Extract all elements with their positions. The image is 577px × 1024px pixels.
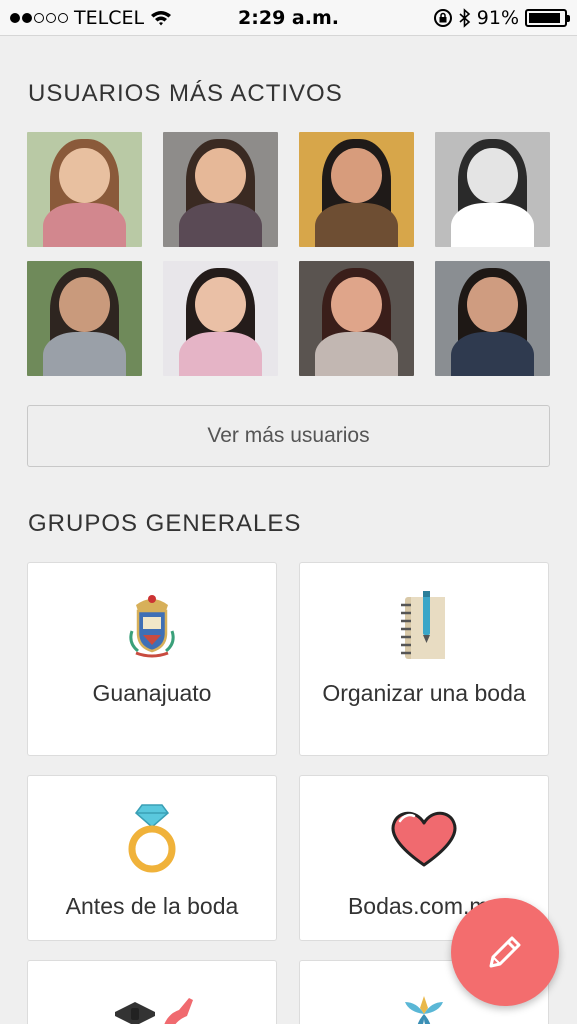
avatar-face	[467, 148, 518, 204]
avatar-body	[315, 203, 398, 247]
signal-dot	[58, 12, 68, 23]
avatar-face	[59, 148, 110, 204]
bowtie-shoe-icon	[107, 989, 197, 1024]
user-avatar[interactable]	[163, 261, 278, 376]
rotation-lock-icon	[433, 8, 452, 27]
section-title-active-users: USUARIOS MÁS ACTIVOS	[28, 80, 343, 107]
signal-dot	[10, 12, 20, 23]
clock: 2:29 a.m.	[238, 6, 339, 29]
group-card-antes-boda[interactable]: Antes de la boda	[27, 775, 277, 941]
signal-dot	[34, 12, 44, 23]
compose-fab-button[interactable]	[451, 898, 559, 1006]
section-title-general-groups: GRUPOS GENERALES	[28, 510, 302, 537]
signal-strength-icon	[10, 12, 68, 23]
battery-level	[529, 12, 560, 23]
avatar-face	[195, 148, 246, 204]
avatar-face	[331, 148, 382, 204]
coat-of-arms-icon	[128, 587, 176, 662]
signal-dot	[22, 12, 32, 23]
user-avatar[interactable]	[163, 132, 278, 247]
pencil-icon	[489, 936, 521, 968]
user-avatar[interactable]	[435, 261, 550, 376]
battery-percent: 91%	[476, 6, 519, 29]
avatar-body	[451, 332, 534, 376]
user-avatar[interactable]	[435, 132, 550, 247]
avatar-body	[179, 203, 262, 247]
group-label: Organizar una boda	[322, 680, 526, 706]
avatar-face	[59, 277, 110, 333]
more-users-button[interactable]: Ver más usuarios	[27, 405, 550, 467]
status-bar: TELCEL 2:29 a.m. 91%	[0, 0, 577, 36]
avatar-face	[467, 277, 518, 333]
ring-icon	[124, 800, 180, 875]
user-avatar[interactable]	[27, 132, 142, 247]
avatar-body	[43, 332, 126, 376]
signal-dot	[46, 12, 56, 23]
wifi-icon	[151, 10, 172, 25]
bluetooth-icon	[459, 7, 470, 28]
active-users-grid	[27, 132, 550, 376]
avatar-body	[43, 203, 126, 247]
group-label: Antes de la boda	[65, 893, 239, 919]
carrier-name: TELCEL	[74, 6, 145, 29]
flower-icon	[399, 989, 449, 1024]
heart-icon	[388, 800, 460, 875]
battery-icon	[525, 8, 570, 27]
avatar-face	[195, 277, 246, 333]
avatar-body	[179, 332, 262, 376]
user-avatar[interactable]	[299, 261, 414, 376]
group-card-organizar-boda[interactable]: Organizar una boda	[299, 562, 549, 756]
group-card-5[interactable]	[27, 960, 277, 1024]
group-card-guanajuato[interactable]: Guanajuato	[27, 562, 277, 756]
avatar-body	[315, 332, 398, 376]
group-label: Guanajuato	[92, 680, 212, 706]
avatar-face	[331, 277, 382, 333]
notebook-icon	[397, 587, 451, 662]
avatar-body	[451, 203, 534, 247]
status-right: 91%	[433, 6, 570, 29]
status-left: TELCEL	[10, 7, 172, 29]
user-avatar[interactable]	[299, 132, 414, 247]
user-avatar[interactable]	[27, 261, 142, 376]
